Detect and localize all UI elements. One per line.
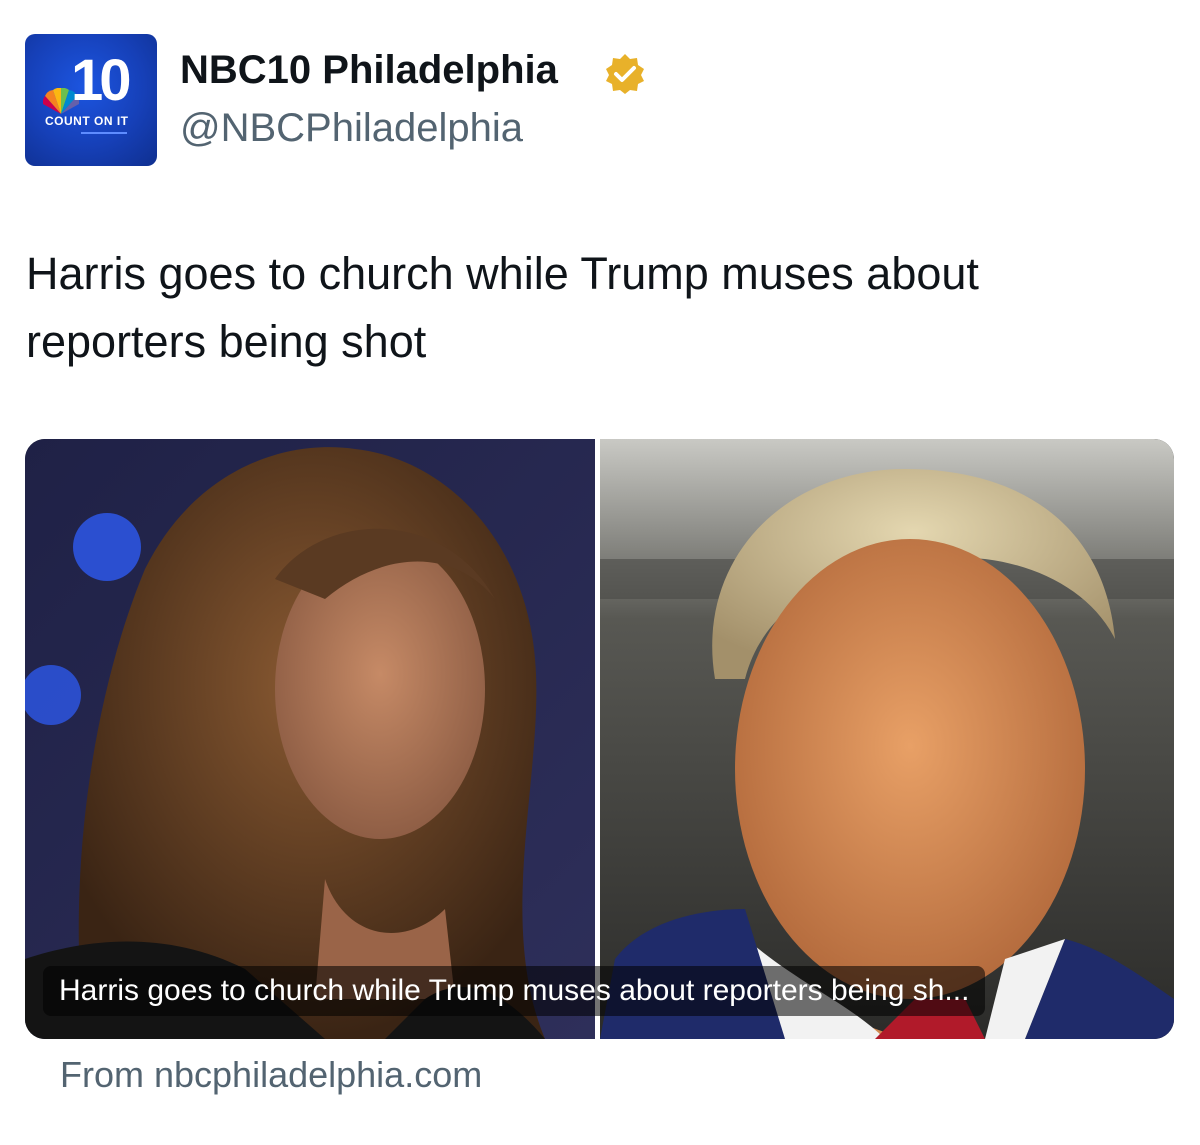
- tweet-header: 10 COUNT ON IT NBC10 Philadelphia @NBCPh…: [25, 34, 1175, 166]
- avatar-number: 10: [71, 48, 131, 113]
- account-handle[interactable]: @NBCPhiladelphia: [180, 106, 523, 150]
- account-display-name[interactable]: NBC10 Philadelphia: [180, 48, 558, 92]
- trump-photo: [600, 439, 1174, 1039]
- link-source[interactable]: From nbcphiladelphia.com: [60, 1054, 482, 1096]
- account-avatar[interactable]: 10 COUNT ON IT: [25, 34, 157, 166]
- tweet-text: Harris goes to church while Trump muses …: [26, 248, 979, 367]
- image-divider: [595, 439, 600, 1039]
- card-image: [25, 439, 1174, 1039]
- avatar-tagline: COUNT ON IT: [45, 114, 129, 128]
- verified-badge-icon: [606, 54, 644, 94]
- harris-photo: [25, 439, 595, 1039]
- card-caption: Harris goes to church while Trump muses …: [43, 966, 986, 1016]
- avatar-underline: [81, 132, 127, 134]
- link-preview-card[interactable]: Harris goes to church while Trump muses …: [25, 439, 1174, 1039]
